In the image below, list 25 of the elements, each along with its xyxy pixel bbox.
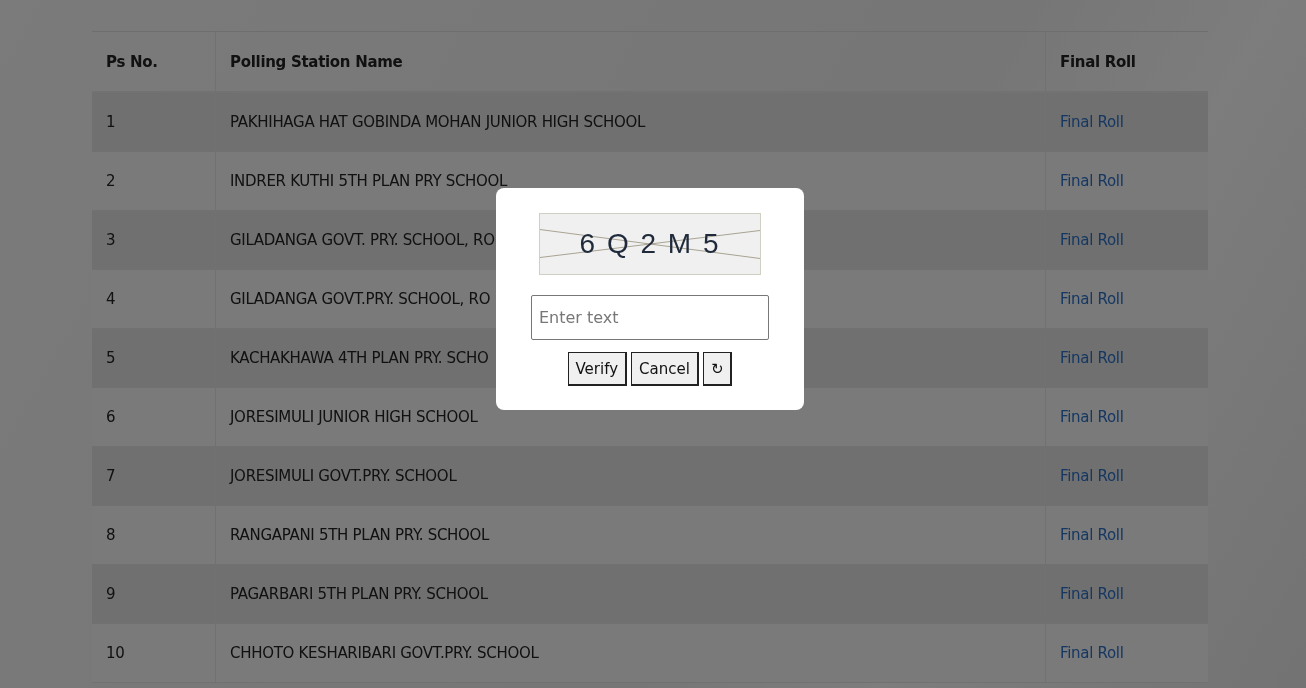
- table-cell: 1: [92, 93, 215, 152]
- captcha-text: 6 Q 2 M 5: [579, 228, 721, 260]
- table-cell: RANGAPANI 5TH PLAN PRY. SCHOOL: [215, 506, 1045, 565]
- final-roll-link[interactable]: Final Roll: [1060, 349, 1124, 367]
- final-roll-link[interactable]: Final Roll: [1060, 585, 1124, 603]
- table-cell: PAKHIHAGA HAT GOBINDA MOHAN JUNIOR HIGH SCHOOL: [215, 93, 1045, 152]
- cancel-button[interactable]: Cancel: [631, 352, 699, 386]
- final-roll-link[interactable]: Final Roll: [1060, 231, 1124, 249]
- table-cell: PAGARBARI 5TH PLAN PRY. SCHOOL: [215, 565, 1045, 624]
- captcha-input-field[interactable]: Enter text: [531, 295, 769, 340]
- final-roll-link[interactable]: Final Roll: [1060, 172, 1124, 190]
- verify-button[interactable]: Verify: [567, 352, 628, 386]
- final-roll-link[interactable]: Final Roll: [1060, 290, 1124, 308]
- table-cell: JORESIMULI GOVT.PRY. SCHOOL: [215, 447, 1045, 506]
- table-cell: CHHOTO KESHARIBARI GOVT.PRY. SCHOOL: [215, 624, 1045, 683]
- table-cell: 7: [92, 447, 215, 506]
- table-cell: 9: [92, 565, 215, 624]
- table-cell: 5: [92, 329, 215, 388]
- refresh-button[interactable]: ↻: [702, 352, 733, 386]
- final-roll-link[interactable]: Final Roll: [1060, 408, 1124, 426]
- final-roll-link[interactable]: Final Roll: [1060, 113, 1124, 131]
- final-roll-link[interactable]: Final Roll: [1060, 644, 1124, 662]
- final-roll-link[interactable]: Final Roll: [1060, 526, 1124, 544]
- final-roll-link[interactable]: Final Roll: [1060, 467, 1124, 485]
- table-cell: 3: [92, 211, 215, 270]
